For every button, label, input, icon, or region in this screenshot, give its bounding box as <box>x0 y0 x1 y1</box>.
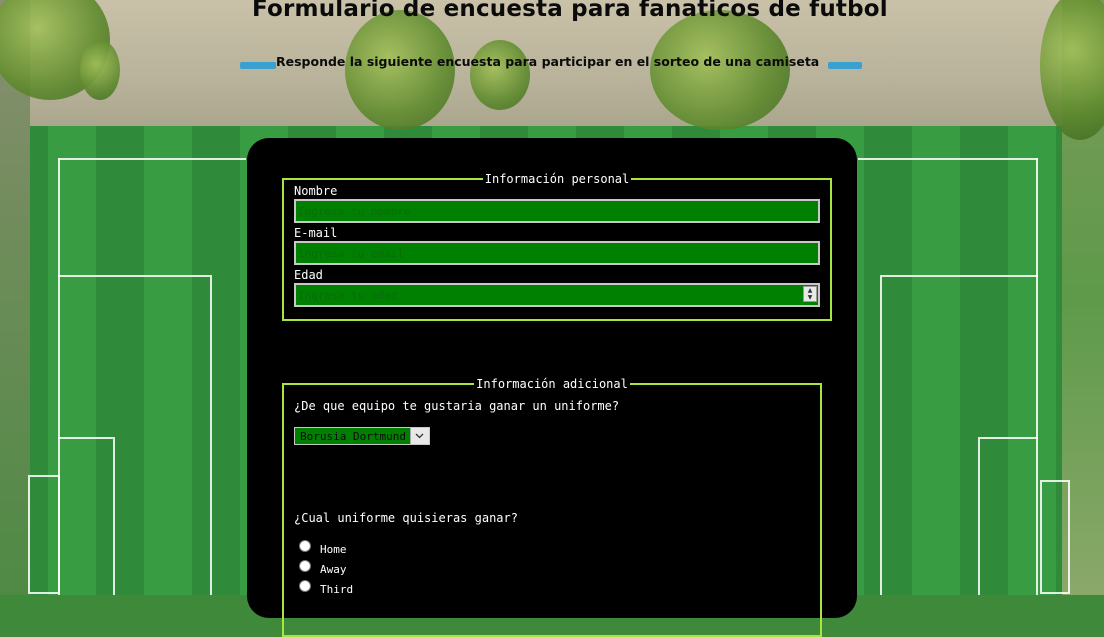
email-input[interactable] <box>294 241 820 265</box>
chevron-down-icon[interactable] <box>409 428 429 444</box>
age-label: Edad <box>294 268 323 282</box>
goal-right <box>1040 480 1070 594</box>
tree <box>80 40 120 100</box>
uniform-question: ¿Cual uniforme quisieras ganar? <box>294 511 518 525</box>
page-subtitle: Responde la siguiente encuesta para part… <box>276 54 820 69</box>
name-input[interactable] <box>294 199 820 223</box>
age-stepper[interactable]: ▲ ▼ <box>803 286 817 302</box>
tree <box>345 10 455 130</box>
tree <box>650 10 790 130</box>
team-question: ¿De que equipo te gustaria ganar un unif… <box>294 399 620 413</box>
additional-info-fieldset: Información adicional ¿De que equipo te … <box>282 377 822 637</box>
survey-form: Información personal Nombre E-mail Edad … <box>247 138 857 637</box>
email-label: E-mail <box>294 226 338 240</box>
radio-option-third[interactable]: Third <box>294 579 810 599</box>
radio-option-home[interactable]: Home <box>294 539 810 559</box>
name-label: Nombre <box>294 184 338 198</box>
radio-label: Home <box>320 542 347 556</box>
uniform-radio-group: Home Away Third <box>294 539 810 599</box>
team-select-value: Borusia Dortmund <box>300 429 406 443</box>
pitch-line <box>58 158 246 160</box>
team-select[interactable]: Borusia Dortmund <box>294 427 430 445</box>
bench <box>828 62 862 69</box>
radio-button[interactable] <box>299 540 311 552</box>
radio-button[interactable] <box>299 560 311 572</box>
goal-left <box>28 475 60 594</box>
radio-label: Third <box>320 582 354 596</box>
stepper-down-icon[interactable]: ▼ <box>804 294 816 301</box>
goal-box-left <box>58 437 115 595</box>
goal-box-right <box>978 437 1038 595</box>
page-title: Formulario de encuesta para fanaticos de… <box>252 0 888 22</box>
pitch-line <box>858 158 1038 160</box>
radio-button[interactable] <box>299 580 311 592</box>
radio-label: Away <box>320 562 347 576</box>
additional-info-legend: Información adicional <box>476 377 628 391</box>
stepper-up-icon[interactable]: ▲ <box>804 287 816 294</box>
bench <box>240 62 276 69</box>
age-input[interactable] <box>294 283 820 307</box>
personal-info-fieldset: Información personal Nombre E-mail Edad … <box>282 172 832 321</box>
radio-option-away[interactable]: Away <box>294 559 810 579</box>
personal-info-legend: Información personal <box>484 172 630 186</box>
age-field: ▲ ▼ <box>294 283 820 307</box>
tree <box>470 40 530 110</box>
